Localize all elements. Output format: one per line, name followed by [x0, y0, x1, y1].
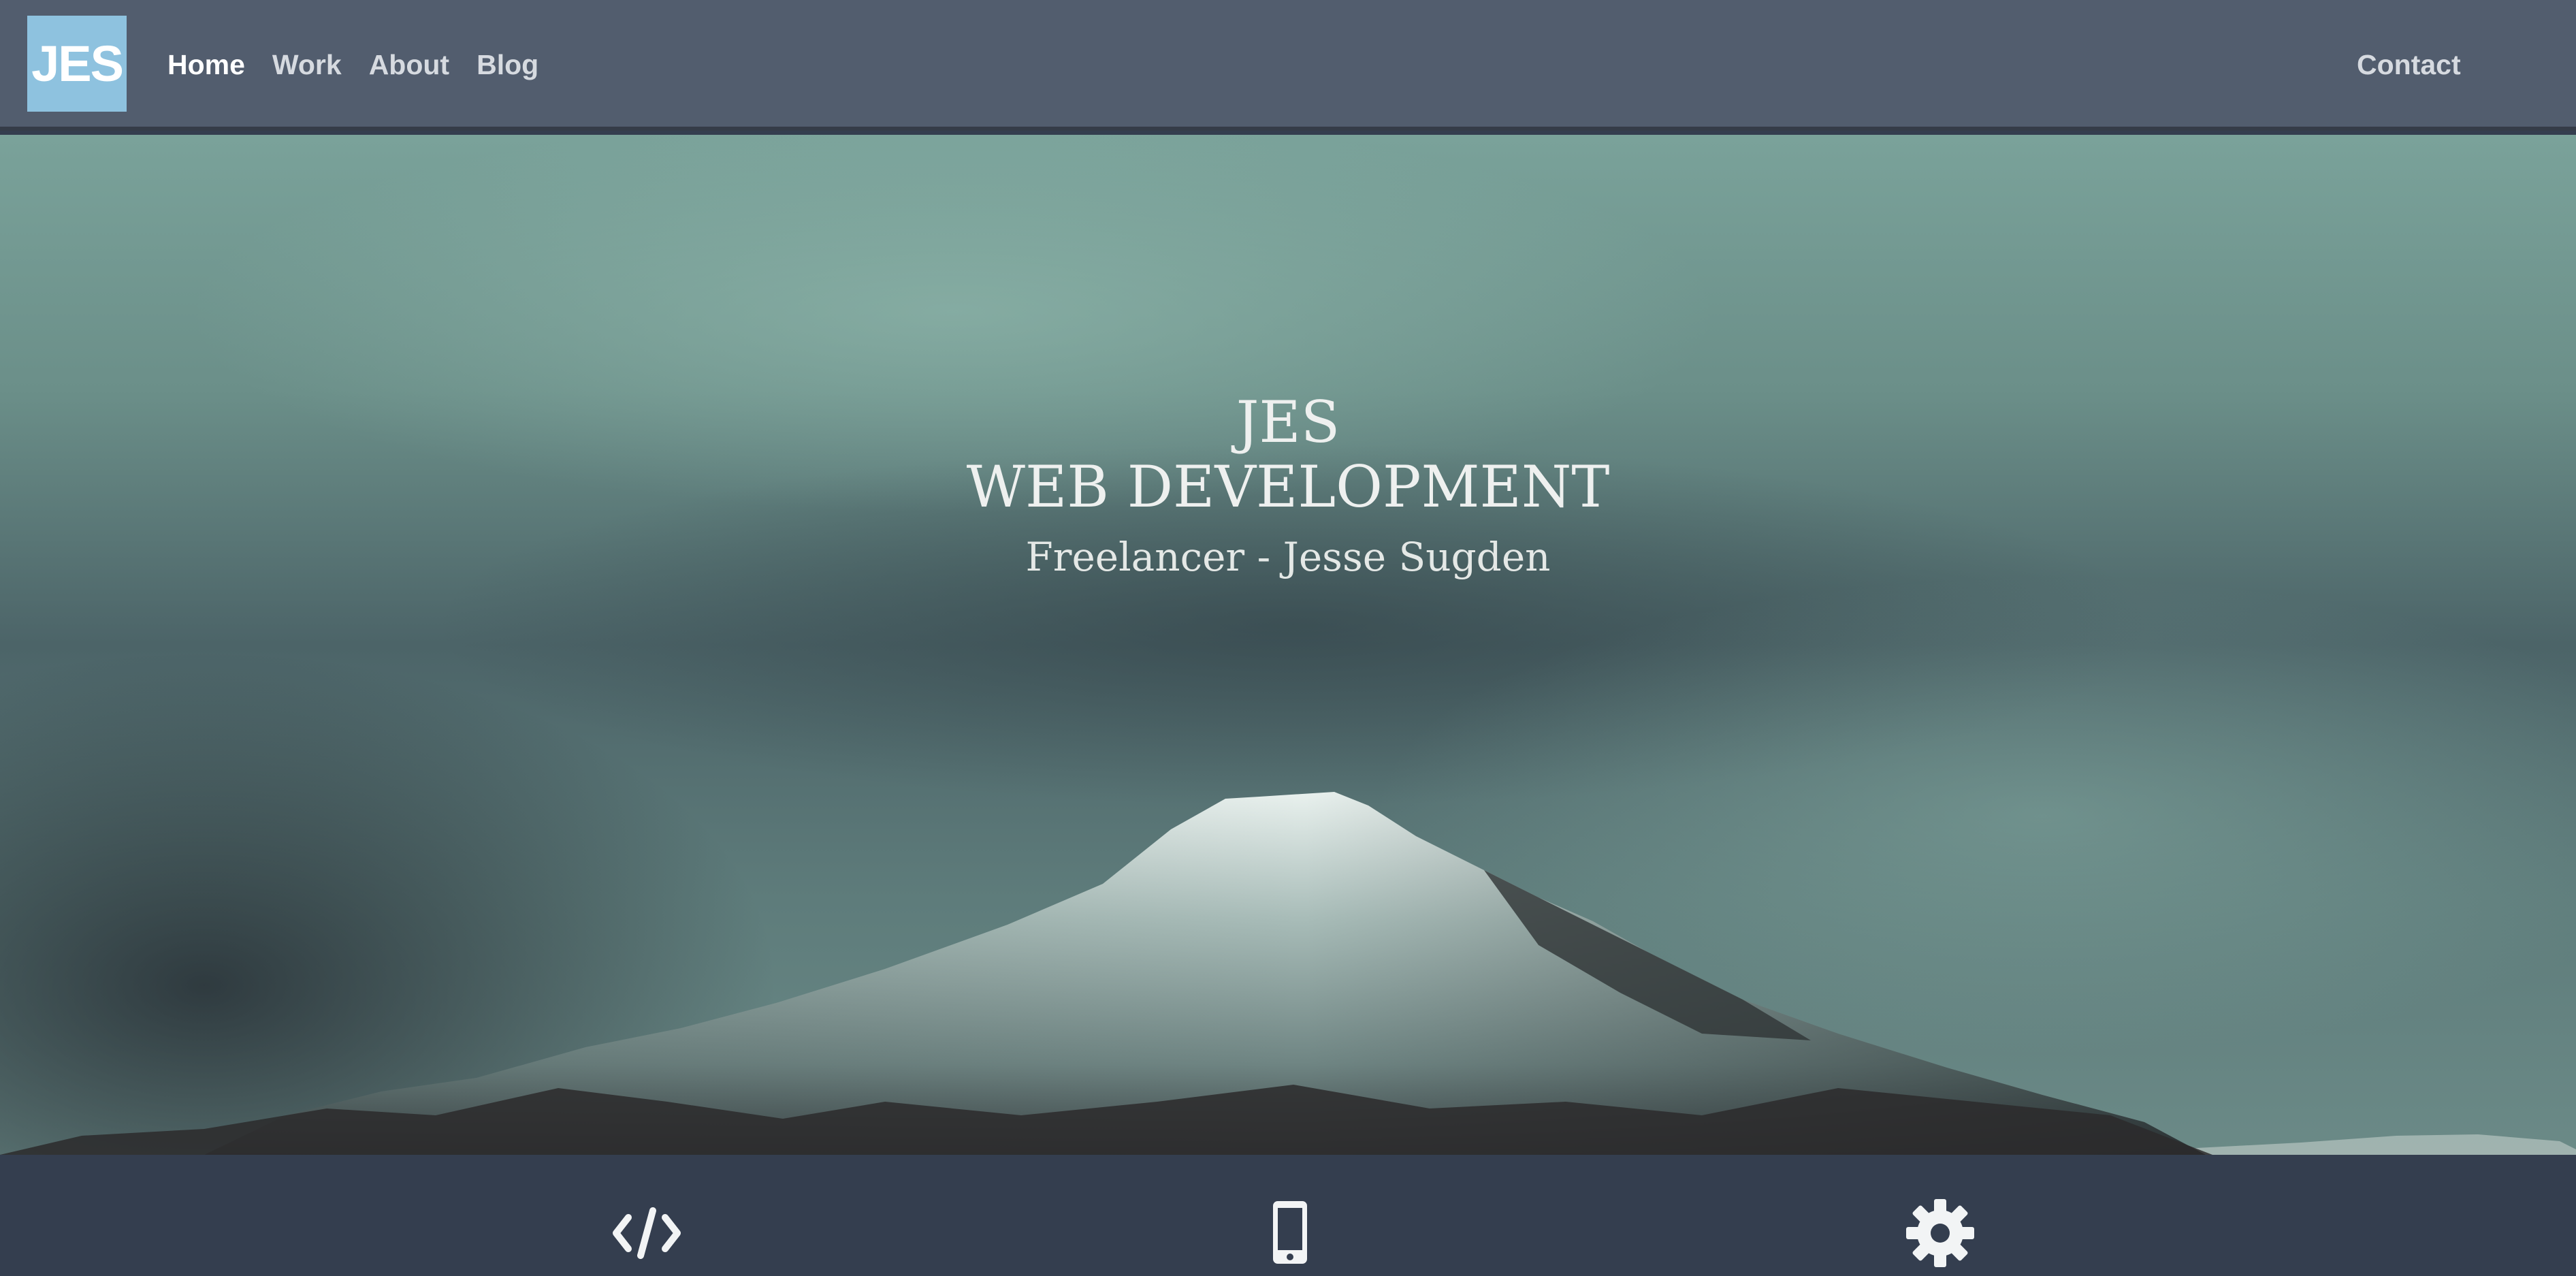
- code-icon: [613, 1207, 681, 1259]
- nav-link-blog[interactable]: Blog: [477, 41, 538, 89]
- nav-link-work[interactable]: Work: [272, 41, 342, 89]
- nav-link-contact[interactable]: Contact: [2357, 41, 2461, 89]
- logo[interactable]: JES: [27, 16, 127, 112]
- hero-title-line1: JES: [1236, 389, 1340, 456]
- services-section: [0, 1155, 2576, 1276]
- nav-link-about[interactable]: About: [369, 41, 449, 89]
- hero-background-image: [0, 792, 2576, 1155]
- mobile-phone-icon: [1273, 1201, 1307, 1264]
- nav-link-home[interactable]: Home: [167, 41, 245, 89]
- nav-links: Home Work About Blog: [167, 41, 566, 89]
- gear-icon: [1906, 1199, 1974, 1267]
- navbar: JES Home Work About Blog Contact: [0, 0, 2576, 131]
- hero-subtitle: Freelancer - Jesse Sugden: [1025, 534, 1551, 580]
- hero-title-line2: WEB DEVELOPMENT: [966, 453, 1610, 520]
- hero-section: JES WEB DEVELOPMENT Freelancer - Jesse S…: [0, 135, 2576, 1155]
